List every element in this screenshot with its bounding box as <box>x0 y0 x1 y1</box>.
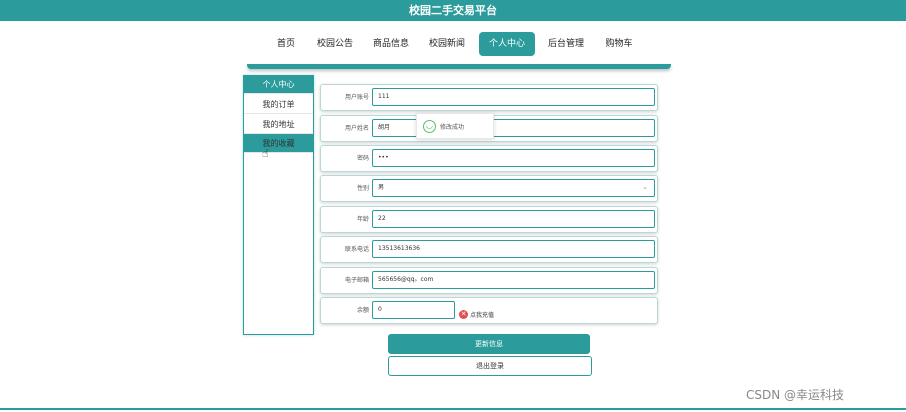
age-input[interactable]: 22 <box>372 210 655 228</box>
logout-button[interactable]: 退出登录 <box>388 356 592 376</box>
age-label: 年龄 <box>356 216 369 223</box>
recharge-icon: ✕ <box>459 309 468 319</box>
success-toast: ◡ 修改成功 <box>416 113 494 139</box>
nav-profile[interactable]: 个人中心 <box>479 32 535 56</box>
update-button[interactable]: 更新信息 <box>388 334 590 354</box>
gender-value: 男 <box>378 184 385 191</box>
app-title: 校园二手交易平台 <box>409 4 497 17</box>
footer-line <box>0 408 906 410</box>
account-label: 用户账号 <box>344 94 369 101</box>
chevron-down-icon: ⌄ <box>642 183 648 191</box>
sidebar: 个人中心 我的订单 我的地址 我的收藏 <box>243 75 314 335</box>
sidebar-item-profile[interactable]: 个人中心 <box>244 75 313 94</box>
smile-icon: ◡ <box>423 119 436 133</box>
sidebar-item-orders[interactable]: 我的订单 <box>244 95 313 114</box>
top-bar: 校园二手交易平台 <box>0 0 906 21</box>
toast-message: 修改成功 <box>440 123 465 131</box>
name-label: 用户姓名 <box>344 125 369 132</box>
main-nav: 首页 校园公告 商品信息 校园新闻 个人中心 后台管理 购物车 <box>0 32 906 56</box>
gender-label: 性别 <box>356 185 369 192</box>
form-row-age: 年龄 22 <box>320 206 658 233</box>
password-input[interactable]: ••• <box>372 149 655 167</box>
nav-cart[interactable]: 购物车 <box>599 32 639 56</box>
form-row-email: 电子邮箱 565656@qq。com <box>320 267 658 294</box>
recharge-link[interactable]: ✕ 点我充值 <box>459 308 494 320</box>
watermark: CSDN @幸运科技 <box>746 388 845 402</box>
nav-news[interactable]: 校园新闻 <box>424 32 470 56</box>
sidebar-item-favorites[interactable]: 我的收藏 <box>244 134 313 153</box>
nav-notices[interactable]: 校园公告 <box>312 32 358 56</box>
phone-label: 联系电话 <box>344 246 369 253</box>
balance-input[interactable]: 0 <box>372 301 455 319</box>
gender-select[interactable]: 男 ⌄ <box>372 179 655 197</box>
nav-products[interactable]: 商品信息 <box>368 32 414 56</box>
nav-admin[interactable]: 后台管理 <box>543 32 589 56</box>
form-row-password: 密码 ••• <box>320 145 658 172</box>
balance-label: 余额 <box>356 307 369 314</box>
email-label: 电子邮箱 <box>344 277 369 284</box>
phone-input[interactable]: 13513613636 <box>372 240 655 258</box>
form-row-gender: 性别 男 ⌄ <box>320 175 658 202</box>
form-row-account: 用户账号 111 <box>320 84 658 111</box>
password-label: 密码 <box>356 155 369 162</box>
hand-cursor-icon: ☝ <box>262 147 269 160</box>
nav-underline <box>247 64 671 69</box>
form-row-phone: 联系电话 13513613636 <box>320 236 658 263</box>
sidebar-item-address[interactable]: 我的地址 <box>244 115 313 134</box>
recharge-label: 点我充值 <box>470 311 495 319</box>
email-input[interactable]: 565656@qq。com <box>372 271 655 289</box>
nav-home[interactable]: 首页 <box>270 32 302 56</box>
name-input[interactable]: 胡月 <box>372 119 655 137</box>
account-input[interactable]: 111 <box>372 88 655 106</box>
